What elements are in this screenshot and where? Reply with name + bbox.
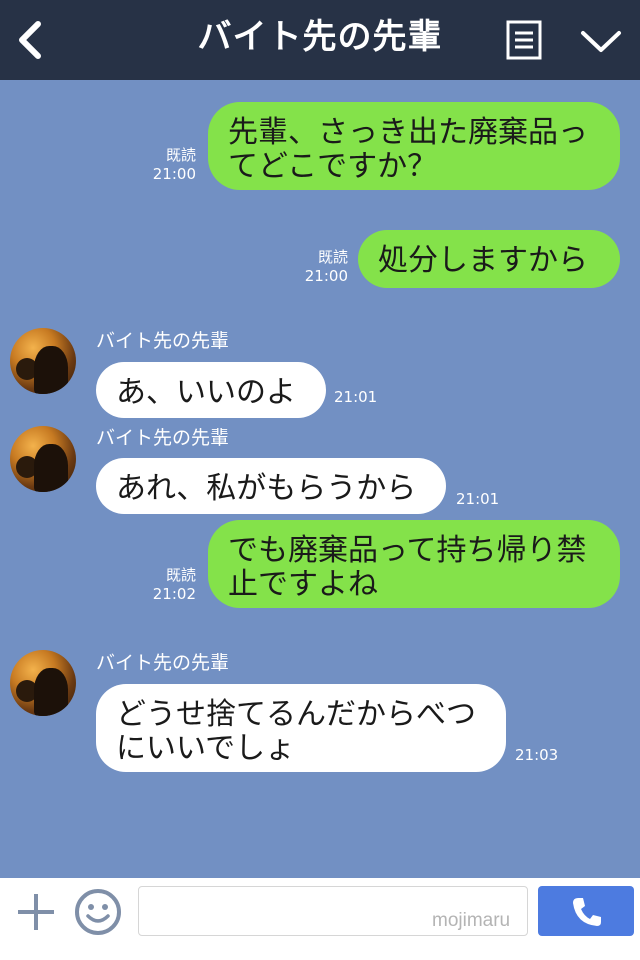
chevron-down-icon [581, 31, 621, 52]
message-bubble-incoming[interactable]: あ、いいのよ [96, 362, 326, 418]
call-button[interactable] [538, 886, 634, 936]
plus-icon [18, 894, 54, 930]
message-time: 21:03 [515, 746, 559, 764]
emoji-button[interactable] [74, 888, 122, 936]
add-button[interactable] [14, 890, 58, 934]
message-bubble-incoming[interactable]: あれ、私がもらうから [96, 458, 446, 514]
read-receipt: 既読 [165, 146, 196, 164]
dropdown-button[interactable] [580, 28, 622, 56]
read-receipt: 既読 [317, 248, 348, 266]
message-bubble-outgoing[interactable]: 先輩、さっき出た廃棄品ってどこですか？ [208, 102, 620, 190]
message-time: 21:02 [152, 585, 196, 603]
message-meta: 既読 21:00 [140, 146, 196, 184]
avatar[interactable] [10, 650, 76, 716]
chat-area[interactable]: 既読 21:00 先輩、さっき出た廃棄品ってどこですか？ 既読 21:00 処分… [0, 80, 640, 878]
message-bubble-outgoing[interactable]: 処分しますから [358, 230, 620, 288]
message-meta: 既読 21:00 [292, 248, 348, 286]
sender-name: バイト先の先輩 [96, 427, 230, 449]
watermark-text: mojimaru [432, 910, 511, 931]
message-time: 21:00 [152, 165, 196, 183]
read-receipt: 既読 [165, 566, 196, 584]
message-time: 21:01 [456, 490, 500, 508]
phone-icon [573, 898, 601, 926]
message-time: 21:00 [304, 267, 348, 285]
chat-header: バイト先の先輩 [0, 0, 640, 80]
avatar[interactable] [10, 426, 76, 492]
sender-name: バイト先の先輩 [96, 652, 230, 674]
notes-button[interactable] [506, 20, 542, 60]
sender-name: バイト先の先輩 [96, 330, 230, 352]
message-bubble-outgoing[interactable]: でも廃棄品って持ち帰り禁止ですよね [208, 520, 620, 608]
chat-title: バイト先の先輩 [197, 17, 443, 57]
smiley-icon [75, 889, 121, 935]
message-meta: 既読 21:02 [140, 566, 196, 604]
message-bubble-incoming[interactable]: どうせ捨てるんだからべつにいいでしょ [96, 684, 506, 772]
avatar[interactable] [10, 328, 76, 394]
notes-icon [506, 20, 542, 60]
message-time: 21:01 [334, 388, 378, 406]
